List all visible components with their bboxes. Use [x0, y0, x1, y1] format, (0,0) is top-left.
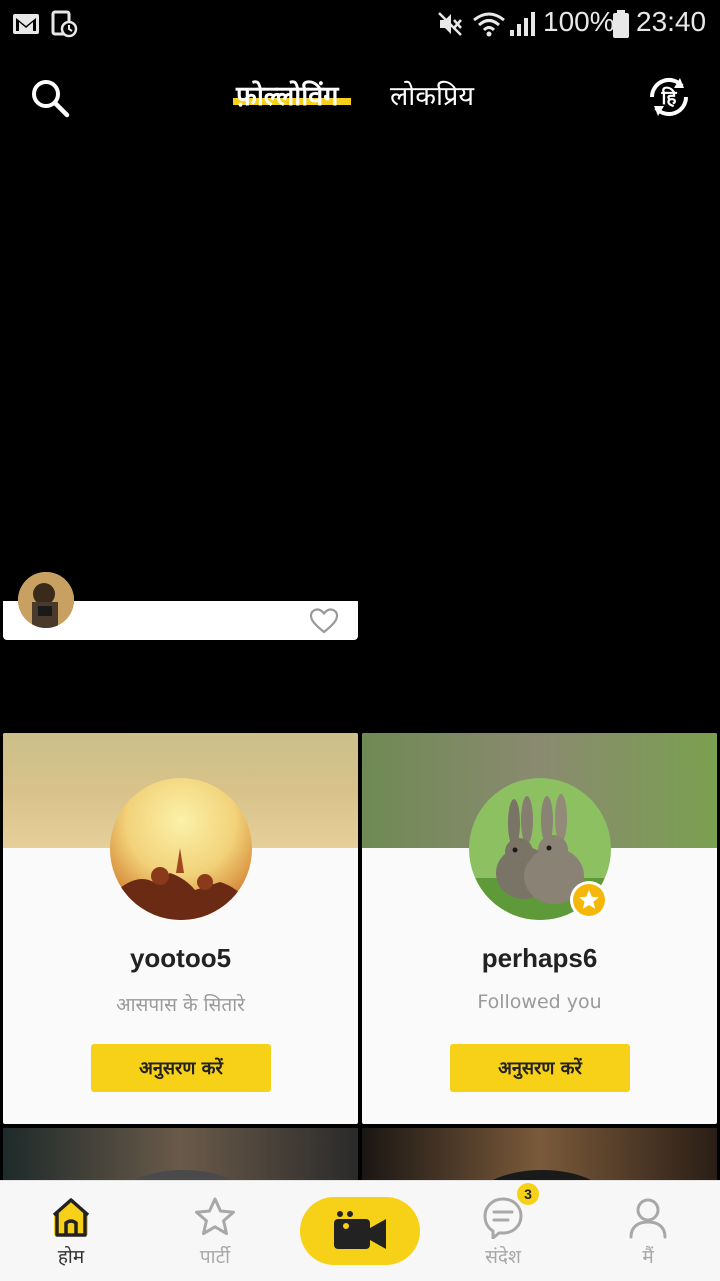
status-time: 23:40: [636, 6, 707, 37]
signal-icon: [508, 10, 536, 38]
suggestion-card[interactable]: [3, 1128, 358, 1188]
wifi-icon: [472, 10, 506, 38]
home-icon: [52, 1198, 90, 1237]
messages-badge: 3: [517, 1183, 539, 1205]
gmail-icon: [12, 10, 40, 38]
screenshot-notification-icon: [50, 10, 78, 38]
username: perhaps6: [481, 943, 598, 973]
battery-icon: [612, 10, 630, 38]
username: yootoo5: [129, 943, 232, 973]
suggestion-card[interactable]: perhaps6 Followed you अनुसरण करें: [362, 733, 717, 1124]
nav-messages-label: संदेश: [485, 1246, 521, 1268]
heart-icon[interactable]: [309, 607, 339, 635]
language-switch-button[interactable]: हि: [644, 72, 694, 122]
star-icon: [195, 1197, 235, 1236]
suggestion-reason: Followed you: [477, 991, 602, 1013]
avatar[interactable]: [110, 778, 252, 920]
profile-icon: [629, 1198, 667, 1239]
nav-party-label: पार्टी: [199, 1246, 231, 1268]
avatar[interactable]: [18, 572, 74, 628]
status-bar: 100% 23:40: [0, 0, 720, 50]
nav-messages[interactable]: संदेश: [448, 1181, 558, 1281]
nav-home[interactable]: होम: [16, 1181, 126, 1281]
tab-following[interactable]: फ़ोल्लोविंग: [236, 76, 339, 113]
nav-party[interactable]: पार्टी: [160, 1181, 270, 1281]
battery-percent: 100%: [543, 6, 615, 37]
mute-icon: [436, 10, 464, 38]
follow-button[interactable]: अनुसरण करें: [450, 1044, 630, 1092]
suggestion-reason: आसपास के सितारे: [116, 994, 245, 1016]
nav-profile[interactable]: मैं: [593, 1181, 703, 1281]
video-camera-icon: [334, 1211, 386, 1249]
bottom-nav: होम पार्टी संदेश मैं: [0, 1180, 720, 1281]
follow-button[interactable]: अनुसरण करें: [91, 1044, 271, 1092]
go-live-button[interactable]: [300, 1197, 420, 1265]
suggestion-card[interactable]: yootoo5 आसपास के सितारे अनुसरण करें: [3, 733, 358, 1124]
search-icon[interactable]: [28, 76, 72, 120]
nav-profile-label: मैं: [642, 1246, 654, 1268]
nav-home-label: होम: [57, 1246, 85, 1268]
suggestion-card[interactable]: [362, 1128, 717, 1188]
language-label: हि: [661, 87, 677, 109]
tab-popular[interactable]: लोकप्रिय: [390, 76, 474, 113]
verified-star-badge: [570, 881, 608, 919]
chat-icon: [483, 1197, 523, 1239]
